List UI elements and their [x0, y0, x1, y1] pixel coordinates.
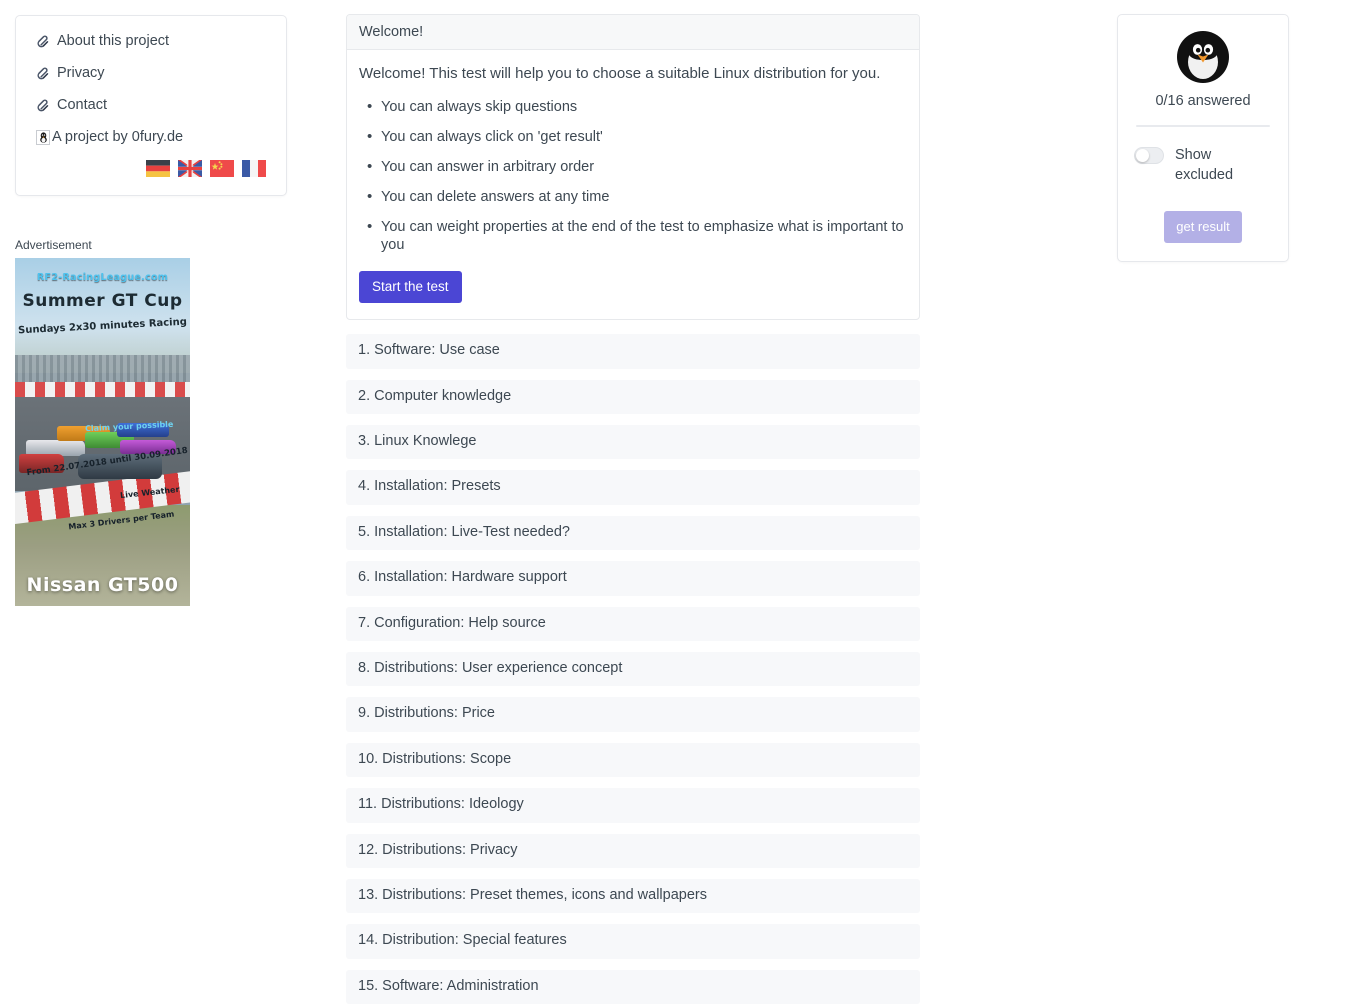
question-item-4[interactable]: 4. Installation: Presets	[346, 470, 920, 505]
question-item-11[interactable]: 11. Distributions: Ideology	[346, 788, 920, 823]
question-item-8[interactable]: 8. Distributions: User experience concep…	[346, 652, 920, 687]
flag-chinese[interactable]	[210, 160, 234, 177]
flag-french[interactable]	[242, 160, 266, 177]
question-item-12[interactable]: 12. Distributions: Privacy	[346, 833, 920, 868]
question-item-7[interactable]: 7. Configuration: Help source	[346, 606, 920, 642]
ad-car-label: Nissan GT500	[26, 573, 179, 596]
right-sidebar: 0/16 answered Show excluded get result	[1117, 14, 1289, 262]
get-result-button[interactable]: get result	[1164, 211, 1242, 243]
paperclip-icon	[36, 66, 51, 81]
language-switcher	[36, 158, 266, 179]
list-item: You can weight properties at the end of …	[359, 217, 907, 256]
question-item-14[interactable]: 14. Distribution: Special features	[346, 924, 920, 959]
info-links-card: About this project Privacy Contact A pro…	[15, 15, 287, 196]
question-item-3[interactable]: 3. Linux Knowlege	[346, 425, 920, 460]
list-item: You can delete answers at any time	[359, 187, 907, 207]
page-root: About this project Privacy Contact A pro…	[0, 0, 1350, 1005]
question-list: 1. Software: Use case 2. Computer knowle…	[346, 334, 920, 1005]
question-item-5[interactable]: 5. Installation: Live-Test needed?	[346, 515, 920, 551]
penguin-avatar-icon	[1177, 31, 1229, 83]
left-sidebar: About this project Privacy Contact A pro…	[15, 15, 287, 606]
flag-english[interactable]	[177, 158, 203, 179]
question-item-10[interactable]: 10. Distributions: Scope	[346, 742, 920, 778]
list-item: You can answer in arbitrary order	[359, 157, 907, 177]
sidebar-link-contact-label: Contact	[57, 97, 107, 113]
ad-barrier	[15, 381, 190, 398]
list-item: You can always skip questions	[359, 97, 907, 117]
question-item-2[interactable]: 2. Computer knowledge	[346, 379, 920, 415]
main-content: Welcome! Welcome! This test will help yo…	[346, 14, 920, 1005]
sidebar-link-about[interactable]: About this project	[36, 32, 266, 50]
sidebar-link-privacy-label: Privacy	[57, 65, 105, 81]
sidebar-link-credit-label: A project by 0fury.de	[52, 129, 184, 145]
welcome-card: Welcome! Welcome! This test will help yo…	[346, 14, 920, 321]
ad-site-label: RF2-RacingLeague.com	[36, 271, 169, 283]
answered-counter: 0/16 answered	[1155, 93, 1251, 109]
ad-title: Summer GT Cup	[22, 291, 183, 312]
status-card: 0/16 answered Show excluded get result	[1117, 14, 1289, 262]
list-item: You can always click on 'get result'	[359, 127, 907, 147]
advertisement-block: Advertisement RF2-RacingLeague.com Summe…	[15, 238, 287, 606]
advertisement-label: Advertisement	[15, 238, 92, 252]
avatar	[1132, 31, 1274, 83]
advertisement-banner[interactable]: RF2-RacingLeague.com Summer GT Cup Sunda…	[15, 258, 190, 606]
show-excluded-label: Show excluded	[1175, 147, 1234, 183]
question-item-15[interactable]: 15. Software: Administration	[346, 969, 920, 1005]
flag-german[interactable]	[146, 160, 170, 177]
divider	[1136, 125, 1270, 127]
show-excluded-row: Show excluded	[1132, 145, 1274, 185]
welcome-lead-text: Welcome! This test will help you to choo…	[359, 65, 881, 82]
ad-cars	[15, 397, 190, 494]
sidebar-link-credit[interactable]: A project by 0fury.de	[36, 128, 266, 146]
sidebar-link-about-label: About this project	[57, 33, 170, 49]
show-excluded-toggle[interactable]	[1134, 147, 1164, 164]
question-item-1[interactable]: 1. Software: Use case	[346, 334, 920, 369]
welcome-bullet-list: You can always skip questions You can al…	[359, 97, 907, 256]
start-test-button[interactable]: Start the test	[359, 271, 462, 304]
sidebar-link-contact[interactable]: Contact	[36, 96, 266, 114]
sidebar-link-privacy[interactable]: Privacy	[36, 64, 266, 82]
question-item-6[interactable]: 6. Installation: Hardware support	[346, 561, 920, 596]
welcome-header: Welcome!	[347, 15, 919, 50]
toggle-knob	[1136, 149, 1149, 162]
paperclip-icon	[36, 34, 51, 49]
site-favicon-icon	[36, 129, 50, 145]
paperclip-icon	[36, 98, 51, 113]
question-item-13[interactable]: 13. Distributions: Preset themes, icons …	[346, 879, 920, 914]
welcome-body: Welcome! This test will help you to choo…	[347, 50, 919, 319]
question-item-9[interactable]: 9. Distributions: Price	[346, 697, 920, 732]
